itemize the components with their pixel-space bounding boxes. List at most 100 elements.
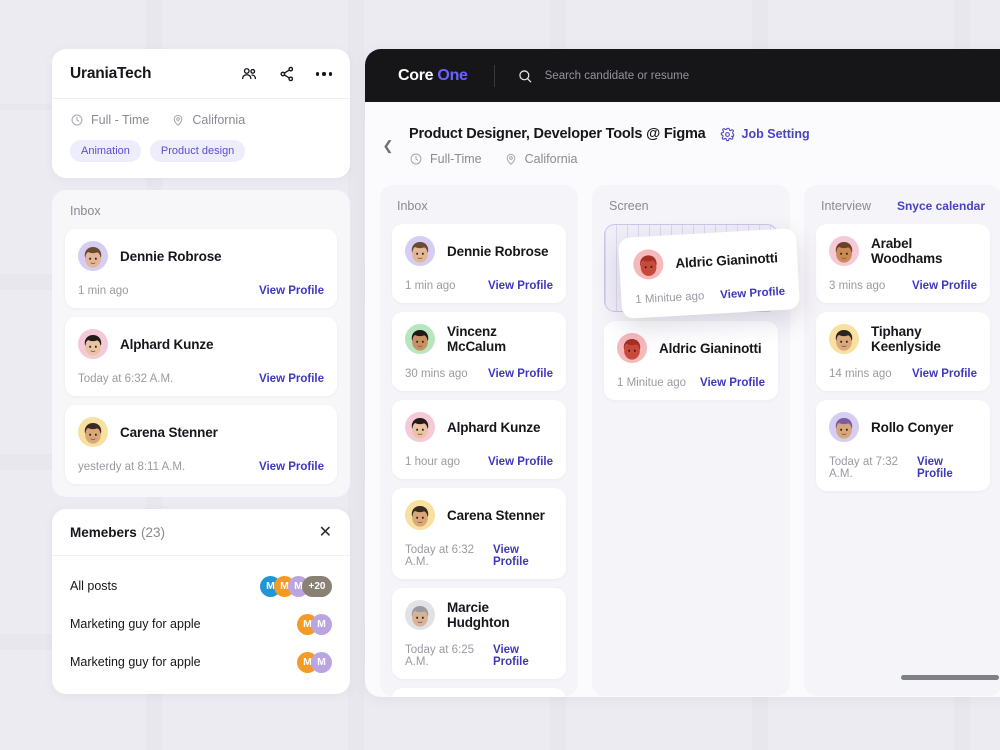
job-header: ❮ Product Designer, Developer Tools @ Fi… [365,102,1000,166]
column-action-link[interactable]: Snyce calendar [897,199,985,213]
job-employment-type: Full-Time [409,152,482,166]
divider [494,65,495,87]
column-header: Screen [604,199,778,224]
organization-name: UraniaTech [70,65,151,83]
view-profile-link[interactable]: View Profile [488,280,553,292]
view-profile-link[interactable]: View Profile [493,544,553,568]
avatar [78,417,108,447]
back-button[interactable]: ❮ [377,138,399,154]
location-pin-icon [504,152,518,166]
candidate-card-bottom: 30 mins ago View Profile [405,368,553,380]
candidate-card[interactable]: Rollo Conyer Today at 7:32 A.M. View Pro… [816,400,990,491]
job-setting-button[interactable]: Job Setting [720,127,810,142]
member-overflow-count[interactable]: +20 [302,576,332,597]
candidate-card-bottom: 1 Minitue ago View Profile [617,377,765,389]
view-profile-link[interactable]: View Profile [720,286,786,302]
job-meta: Full-Time California [409,152,810,166]
candidate-time: 1 min ago [78,285,129,297]
tag-list: Animation Product design [70,140,332,162]
candidate-card-bottom: Today at 6:32 A.M. View Profile [78,373,324,385]
candidate-name: Alphard Kunze [120,337,213,352]
candidate-name: Marcie Hudghton [447,600,553,630]
candidate-card[interactable]: Dennie Robrose 1 min ago View Profile [65,229,337,308]
candidate-card-bottom: Today at 6:25 A.M. View Profile [405,644,553,668]
member-row[interactable]: Marketing guy for apple MM [70,646,332,678]
sidebar-inbox-panel: Inbox Dennie Robrose 1 min ago View Prof… [52,190,350,497]
main-panel: Core One ❮ Product Designer, Developer T… [365,49,1000,697]
share-icon[interactable] [278,65,296,83]
member-row[interactable]: Marketing guy for apple MM [70,608,332,640]
candidate-card[interactable]: Dennie Robrose 1 min ago View Profile [392,224,566,303]
top-bar: Core One [365,49,1000,102]
search-input[interactable] [545,70,805,82]
member-row[interactable]: All posts MMM+20 [70,570,332,602]
candidate-card[interactable]: Carena Stenner yesterdy at 8:11 A.M. Vie… [65,405,337,484]
member-row-label: All posts [70,579,117,593]
organization-card: UraniaTech [52,49,350,178]
view-profile-link[interactable]: View Profile [917,456,977,480]
column-card-list: Arabel Woodhams 3 mins ago View Profile … [816,224,990,491]
column-header: Interview Snyce calendar [816,199,990,224]
candidate-card[interactable]: Aldric Gianinotti 1 Minitue ago View Pro… [604,321,778,400]
candidate-card-top: Rollo Conyer [829,412,977,442]
job-location-label: California [525,152,578,166]
member-avatar-stack: MM [297,614,332,635]
job-title: Product Designer, Developer Tools @ Figm… [409,126,706,142]
candidate-time: 1 hour ago [405,456,460,468]
candidate-card-top: Dennie Robrose [78,241,324,271]
people-icon[interactable] [240,65,258,83]
candidate-card[interactable]: Carena Stenner Today at 6:32 A.M. View P… [392,488,566,579]
candidate-card[interactable]: Tiphany Keenlyside 14 mins ago View Prof… [816,312,990,391]
view-profile-link[interactable]: View Profile [912,280,977,292]
candidate-card-top: Vincenz McCalum [405,324,553,354]
dragged-candidate-card[interactable]: Aldric Gianinotti 1 Minitue ago View Pro… [618,228,800,319]
view-profile-link[interactable]: View Profile [259,285,324,297]
member-row-label: Marketing guy for apple [70,617,201,631]
candidate-card-top: Aldric Gianinotti [617,333,765,363]
location-pin-icon [171,113,185,127]
candidate-card[interactable]: Marcie Hudghton Today at 6:25 A.M. View … [392,588,566,679]
candidate-time: Today at 7:32 A.M. [829,456,917,480]
column-card-list: Aldric Gianinotti 1 Minitue ago View Pro… [604,321,778,400]
clock-icon [409,152,423,166]
view-profile-link[interactable]: View Profile [493,644,553,668]
search-bar[interactable] [517,68,1000,84]
candidate-card-bottom: 14 mins ago View Profile [829,368,977,380]
avatar [405,324,435,354]
view-profile-link[interactable]: View Profile [912,368,977,380]
members-title: Memebers (23) [70,524,165,541]
candidate-name: Carena Stenner [447,508,545,523]
candidate-time: 1 Minitue ago [635,290,705,306]
candidate-name: Aldric Gianinotti [659,341,761,356]
candidate-card[interactable]: Vincenz McCalum 30 mins ago View Profile [392,312,566,391]
view-profile-link[interactable]: View Profile [259,373,324,385]
tag-product-design[interactable]: Product design [150,140,245,162]
candidate-card[interactable]: Alphard Kunze 1 hour ago View Profile [392,400,566,479]
candidate-name: Arabel Woodhams [871,236,977,266]
candidate-card-top: Dennie Robrose [405,236,553,266]
view-profile-link[interactable]: View Profile [700,377,765,389]
candidate-card-top: Tiphany Keenlyside [829,324,977,354]
app-logo[interactable]: Core One [398,67,468,85]
horizontal-scrollbar[interactable] [901,675,999,680]
location-label: California [192,113,245,127]
member-row-label: Marketing guy for apple [70,655,201,669]
candidate-card-bottom: 1 min ago View Profile [405,280,553,292]
view-profile-link[interactable]: View Profile [259,461,324,473]
candidate-card[interactable]: Tamas Healeas Today at 6:11 A.M. View Pr… [392,688,566,697]
avatar [78,241,108,271]
view-profile-link[interactable]: View Profile [488,456,553,468]
more-options-icon[interactable] [316,72,332,75]
candidate-time: Today at 6:32 A.M. [78,373,173,385]
candidate-card[interactable]: Alphard Kunze Today at 6:32 A.M. View Pr… [65,317,337,396]
search-icon [517,68,533,84]
view-profile-link[interactable]: View Profile [488,368,553,380]
candidate-card-bottom: 1 Minitue ago View Profile [635,286,785,306]
job-title-line: Product Designer, Developer Tools @ Figm… [409,126,810,142]
candidate-card[interactable]: Arabel Woodhams 3 mins ago View Profile [816,224,990,303]
tag-animation[interactable]: Animation [70,140,141,162]
avatar [617,333,647,363]
avatar [829,412,859,442]
close-icon[interactable]: ✕ [319,525,332,541]
brand-first: Core [398,67,433,84]
